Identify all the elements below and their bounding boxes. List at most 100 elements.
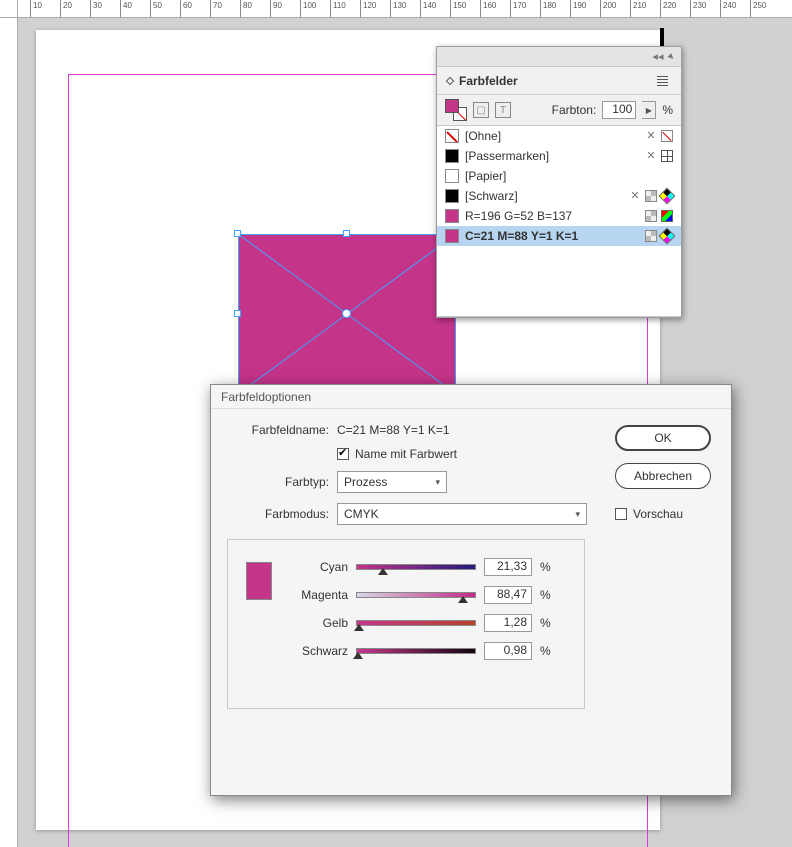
- tint-label: Farbton:: [552, 103, 597, 117]
- ruler-tick: 80: [240, 0, 241, 18]
- ruler-tick: 30: [90, 0, 91, 18]
- swatch-chip: [445, 169, 459, 183]
- swatches-panel[interactable]: ◂◂ ▸ Farbfelder ▢ T Farbton: 100 ▶ % [Oh…: [436, 46, 682, 318]
- panel-tab[interactable]: Farbfelder: [437, 67, 681, 95]
- cmyk-badge-icon: [659, 188, 676, 205]
- fill-swatch[interactable]: [445, 99, 459, 113]
- name-with-value-label: Name mit Farbwert: [355, 447, 457, 461]
- ruler-tick: 140: [420, 0, 421, 18]
- swatch-options-dialog[interactable]: Farbfeldoptionen OK Abbrechen Vorschau F…: [210, 384, 732, 796]
- percent-label: %: [540, 588, 554, 602]
- swatch-row[interactable]: [Papier]: [437, 166, 681, 186]
- resize-handle-w[interactable]: [234, 310, 241, 317]
- channel-slider[interactable]: [356, 620, 476, 626]
- vertical-ruler[interactable]: [0, 18, 18, 847]
- color-slider-row: Magenta88,47%: [290, 586, 554, 604]
- preview-checkbox[interactable]: [615, 508, 627, 520]
- channel-slider[interactable]: [356, 648, 476, 654]
- panel-title: Farbfelder: [459, 74, 518, 88]
- percent-label: %: [540, 560, 554, 574]
- color-type-label: Farbtyp:: [227, 475, 337, 489]
- swatch-row[interactable]: R=196 G=52 B=137: [437, 206, 681, 226]
- tint-unit: %: [662, 103, 673, 117]
- swatch-name: C=21 M=88 Y=1 K=1: [465, 229, 639, 243]
- collapse-icon[interactable]: ◂◂: [652, 50, 663, 63]
- color-type-select[interactable]: Prozess ▾: [337, 471, 447, 493]
- ruler-tick: 110: [330, 0, 331, 18]
- x-badge-icon: ✕: [629, 190, 641, 202]
- ruler-tick-label: 10: [33, 1, 42, 10]
- ruler-tick: 210: [630, 0, 631, 18]
- gray-badge-icon: [645, 230, 657, 242]
- ruler-tick: 120: [360, 0, 361, 18]
- ruler-tick-label: 40: [123, 1, 132, 10]
- container-fill-button[interactable]: ▢: [473, 102, 489, 118]
- swatch-badges: ✕: [645, 130, 673, 142]
- ruler-tick: 190: [570, 0, 571, 18]
- swatch-name: R=196 G=52 B=137: [465, 209, 639, 223]
- resize-handle-n[interactable]: [343, 230, 350, 237]
- ruler-tick: 170: [510, 0, 511, 18]
- rgb-badge-icon: [661, 210, 673, 222]
- gray-badge-icon: [645, 210, 657, 222]
- ruler-tick-label: 60: [183, 1, 192, 10]
- color-values-group: Cyan21,33%Magenta88,47%Gelb1,28%Schwarz0…: [227, 539, 585, 709]
- selected-rectangle[interactable]: [238, 234, 456, 394]
- x-badge-icon: ✕: [645, 150, 657, 162]
- ruler-tick-label: 210: [633, 1, 646, 10]
- channel-value-input[interactable]: 0,98: [484, 642, 532, 660]
- ruler-tick-label: 120: [363, 1, 376, 10]
- slider-thumb[interactable]: [378, 568, 388, 575]
- slider-thumb[interactable]: [353, 652, 363, 659]
- swatches-toolbar: ▢ T Farbton: 100 ▶ %: [437, 95, 681, 125]
- channel-label: Cyan: [290, 560, 348, 574]
- ruler-origin[interactable]: [0, 0, 18, 18]
- horizontal-ruler[interactable]: 1020304050607080901001101201301401501601…: [18, 0, 792, 18]
- swatch-row[interactable]: C=21 M=88 Y=1 K=1: [437, 226, 681, 246]
- ruler-tick-label: 230: [693, 1, 706, 10]
- ruler-tick: 50: [150, 0, 151, 18]
- panel-menu-icon[interactable]: [654, 73, 671, 89]
- ruler-tick: 200: [600, 0, 601, 18]
- channel-value-input[interactable]: 21,33: [484, 558, 532, 576]
- channel-slider[interactable]: [356, 592, 476, 598]
- ok-button[interactable]: OK: [615, 425, 711, 451]
- ruler-tick: 60: [180, 0, 181, 18]
- slider-thumb[interactable]: [354, 624, 364, 631]
- channel-value-input[interactable]: 1,28: [484, 614, 532, 632]
- name-with-value-checkbox[interactable]: [337, 448, 349, 460]
- swatch-list[interactable]: [Ohne]✕[Passermarken]✕[Papier][Schwarz]✕…: [437, 125, 681, 317]
- ruler-tick: 90: [270, 0, 271, 18]
- ruler-tick-label: 190: [573, 1, 586, 10]
- ruler-tick-label: 130: [393, 1, 406, 10]
- swatch-row[interactable]: [Passermarken]✕: [437, 146, 681, 166]
- channel-slider[interactable]: [356, 564, 476, 570]
- panel-titlebar[interactable]: ◂◂ ▸: [437, 47, 681, 67]
- text-fill-button[interactable]: T: [495, 102, 511, 118]
- ruler-tick-label: 20: [63, 1, 72, 10]
- slider-thumb[interactable]: [458, 596, 468, 603]
- channel-value-input[interactable]: 88,47: [484, 586, 532, 604]
- center-handle[interactable]: [342, 309, 351, 318]
- channel-label: Gelb: [290, 616, 348, 630]
- color-slider-row: Schwarz0,98%: [290, 642, 554, 660]
- preview-label: Vorschau: [633, 507, 683, 521]
- swatch-row[interactable]: [Ohne] ✕: [437, 126, 681, 146]
- swatch-row[interactable]: [Schwarz]✕: [437, 186, 681, 206]
- ruler-tick: 70: [210, 0, 211, 18]
- fill-stroke-proxy[interactable]: [445, 99, 467, 121]
- close-icon[interactable]: ▸: [666, 50, 679, 63]
- tint-dropdown-arrow[interactable]: ▶: [642, 101, 656, 119]
- cancel-button[interactable]: Abbrechen: [615, 463, 711, 489]
- tint-input[interactable]: 100: [602, 101, 636, 119]
- swatch-name-label: Farbfeldname:: [227, 423, 337, 437]
- swatch-chip: [445, 149, 459, 163]
- ruler-tick-label: 100: [303, 1, 316, 10]
- swatch-badges: ✕: [645, 150, 673, 162]
- dialog-title[interactable]: Farbfeldoptionen: [211, 385, 731, 409]
- color-mode-select[interactable]: CMYK ▾: [337, 503, 587, 525]
- color-mode-label: Farbmodus:: [227, 507, 337, 521]
- swatch-badges: [645, 230, 673, 242]
- resize-handle-nw[interactable]: [234, 230, 241, 237]
- swatch-name: [Ohne]: [465, 129, 639, 143]
